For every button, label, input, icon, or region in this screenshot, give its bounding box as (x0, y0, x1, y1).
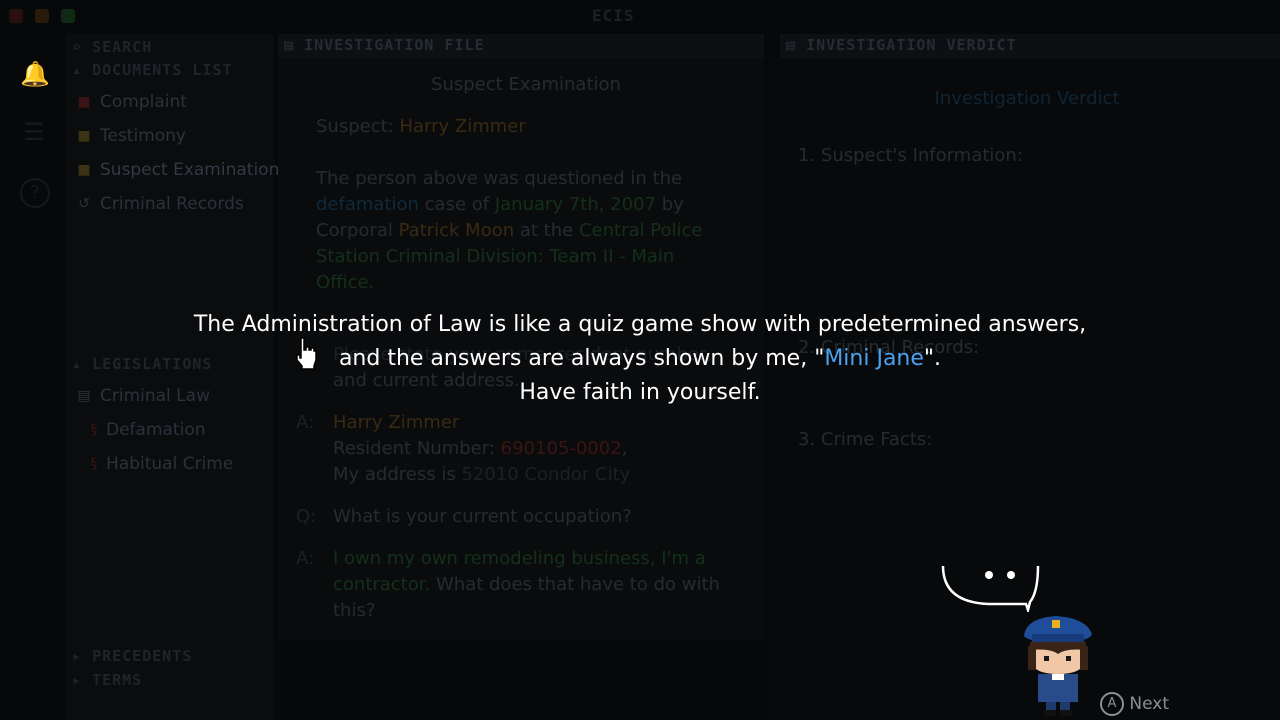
law-icon: § (90, 456, 98, 472)
intro-text: by (661, 194, 684, 215)
verdict-section-suspect-info[interactable]: 1. Suspect's Information: (798, 143, 1023, 169)
a-button-icon: A (1100, 692, 1124, 716)
speech-bubble-icon (941, 565, 1040, 612)
bell-icon[interactable]: 🔔 (20, 60, 50, 88)
maximize-window-button[interactable] (61, 9, 75, 23)
minimize-window-button[interactable] (35, 9, 49, 23)
sliders-icon[interactable]: ☰ (20, 118, 48, 146)
answer-highlight: I own my own remodeling business, I'm a (333, 548, 706, 569)
folder-icon: ▤ (77, 388, 91, 404)
search-button[interactable]: ⌕ SEARCH (72, 38, 152, 56)
app-logo: ECIS (592, 6, 635, 25)
law-icon: § (90, 422, 98, 438)
answer-name: Harry Zimmer (333, 412, 460, 433)
investigation-file-tab[interactable]: ▤ INVESTIGATION FILE (284, 36, 485, 54)
question-marker: Q: (296, 506, 317, 527)
search-label: SEARCH (92, 38, 153, 56)
document-icon: ▤ (284, 36, 295, 54)
legislation-item-habitual-crime[interactable]: Habitual Crime (106, 454, 233, 474)
dialog-line-2: and the answers are always shown by me, … (140, 342, 1140, 376)
mini-jane-character-icon (1024, 616, 1092, 716)
dialog-text: ". (923, 346, 942, 371)
tutorial-dialog: The Administration of Law is like a quiz… (140, 308, 1140, 410)
station-name: Station Criminal Division: Team II - Mai… (316, 246, 675, 267)
officer-name: Patrick Moon (398, 220, 515, 241)
terms-header[interactable]: ▸ TERMS (72, 671, 142, 689)
station-name: Office. (316, 272, 375, 293)
next-button[interactable]: A Next (1100, 692, 1169, 718)
document-icon: ▤ (786, 36, 797, 54)
intro-text: Corporal (316, 220, 393, 241)
examination-icon: ■ (77, 162, 91, 178)
testimony-icon: ■ (77, 128, 91, 144)
station-name: Central Police (578, 220, 703, 241)
comma: , (621, 438, 628, 459)
expand-icon: ▸ (72, 647, 83, 665)
precedents-title: PRECEDENTS (92, 647, 193, 665)
documents-list-title: DOCUMENTS LIST (92, 61, 233, 79)
document-item-suspect-examination[interactable]: Suspect Examination (100, 160, 279, 180)
intro-text: at the (519, 220, 574, 241)
dialog-text: and the answers are always shown by me, … (338, 346, 825, 371)
answer-1: Harry Zimmer Resident Number: 690105-000… (333, 410, 630, 488)
answer-marker: A: (296, 548, 315, 569)
answer-text: this? (333, 600, 376, 621)
collapse-icon: ▴ (72, 355, 83, 373)
answer-2: I own my own remodeling business, I'm a … (333, 546, 753, 624)
search-icon: ⌕ (72, 38, 83, 56)
documents-list-header[interactable]: ▴ DOCUMENTS LIST (72, 61, 233, 79)
records-icon: ↺ (78, 196, 90, 212)
verdict-title: Investigation Verdict (934, 88, 1120, 109)
question-2-text: What is your current occupation? (333, 506, 632, 527)
document-item-criminal-records[interactable]: Criminal Records (100, 194, 244, 214)
expand-icon: ▸ (72, 671, 83, 689)
intro-text: The person above was questioned in the (316, 168, 683, 189)
suspect-name: Harry Zimmer (399, 116, 526, 137)
document-title: Suspect Examination (431, 74, 621, 95)
document-item-testimony[interactable]: Testimony (100, 126, 186, 146)
close-window-button[interactable] (9, 9, 23, 23)
precedents-header[interactable]: ▸ PRECEDENTS (72, 647, 192, 665)
document-item-complaint[interactable]: Complaint (100, 92, 187, 112)
collapse-icon: ▴ (72, 61, 83, 79)
intro-text: case of (424, 194, 490, 215)
mini-jane-name: Mini Jane (824, 346, 924, 371)
hand-cursor-icon (296, 337, 317, 370)
verdict-section-crime-facts[interactable]: 3. Crime Facts: (798, 427, 932, 453)
answer-text: What does that have to do with (435, 574, 720, 595)
dialog-line-1: The Administration of Law is like a quiz… (193, 312, 1087, 337)
legislation-item-defamation[interactable]: Defamation (106, 420, 206, 440)
address-label: My address is (333, 464, 456, 485)
next-label: Next (1129, 694, 1170, 714)
answer-marker: A: (296, 412, 315, 433)
complaint-icon: ■ (77, 94, 91, 110)
intro-paragraph: The person above was questioned in the d… (316, 166, 756, 296)
answer-highlight: contractor. (333, 574, 431, 595)
resident-label: Resident Number: (333, 438, 495, 459)
suspect-line: Suspect: Harry Zimmer (316, 114, 526, 140)
investigation-file-title: INVESTIGATION FILE (304, 36, 485, 54)
investigation-verdict-title: INVESTIGATION VERDICT (806, 36, 1017, 54)
suspect-label: Suspect: (316, 116, 394, 137)
resident-number: 690105-0002 (500, 438, 622, 459)
case-date: January 7th, 2007 (494, 194, 656, 215)
help-icon[interactable]: ? (20, 178, 50, 208)
terms-title: TERMS (92, 671, 143, 689)
investigation-verdict-tab[interactable]: ▤ INVESTIGATION VERDICT (786, 36, 1017, 54)
address-value: 52010 Condor City (461, 464, 631, 485)
dialog-line-3: Have faith in yourself. (519, 380, 761, 405)
case-type-link[interactable]: defamation (316, 194, 419, 215)
